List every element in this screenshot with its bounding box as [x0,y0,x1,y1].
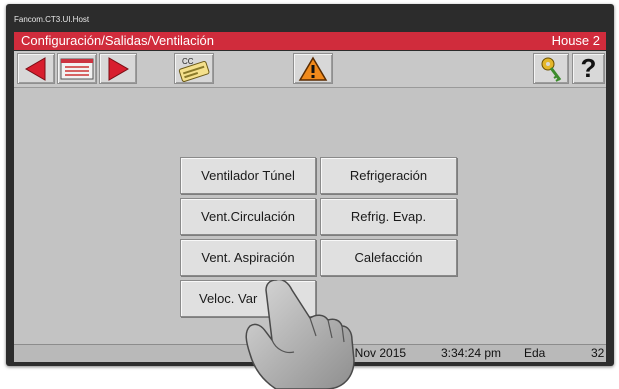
status-count: 32 [591,346,605,360]
refrigeracion-button[interactable]: Refrigeración [320,157,457,194]
list-icon [60,58,94,79]
ventilador-tunel-button[interactable]: Ventilador Túnel [180,157,316,194]
help-icon: ? [580,53,597,83]
arrow-left-icon [25,56,46,81]
window-title: Fancom.CT3.UI.Host [14,15,90,24]
refrig-evap-button[interactable]: Refrig. Evap. [320,198,457,235]
status-day: Eda [524,346,546,360]
list-button[interactable] [57,53,97,84]
title-bar: Configuración/Salidas/Ventilación House … [14,32,606,50]
arrow-right-icon [108,56,129,81]
help-button[interactable]: ? [572,53,605,84]
back-button[interactable] [17,53,55,84]
alarm-button[interactable] [293,53,333,84]
toolbar: CC ? [14,51,606,88]
login-key-button[interactable] [533,53,569,84]
card-icon: CC [178,57,210,82]
forward-button[interactable] [99,53,137,84]
cc-card-button[interactable]: CC [174,53,214,84]
house-label: House 2 [551,33,600,48]
cc-label: CC [182,57,194,66]
calefaccion-button[interactable]: Calefacción [320,239,457,276]
breadcrumb: Configuración/Salidas/Ventilación [21,33,214,48]
vent-aspiracion-button[interactable]: Vent. Aspiración [180,239,316,276]
status-time: 3:34:24 pm [441,346,502,360]
key-icon [541,57,562,82]
warning-icon [298,56,328,81]
pointing-hand-image [245,280,355,389]
vent-circulacion-button[interactable]: Vent.Circulación [180,198,316,235]
